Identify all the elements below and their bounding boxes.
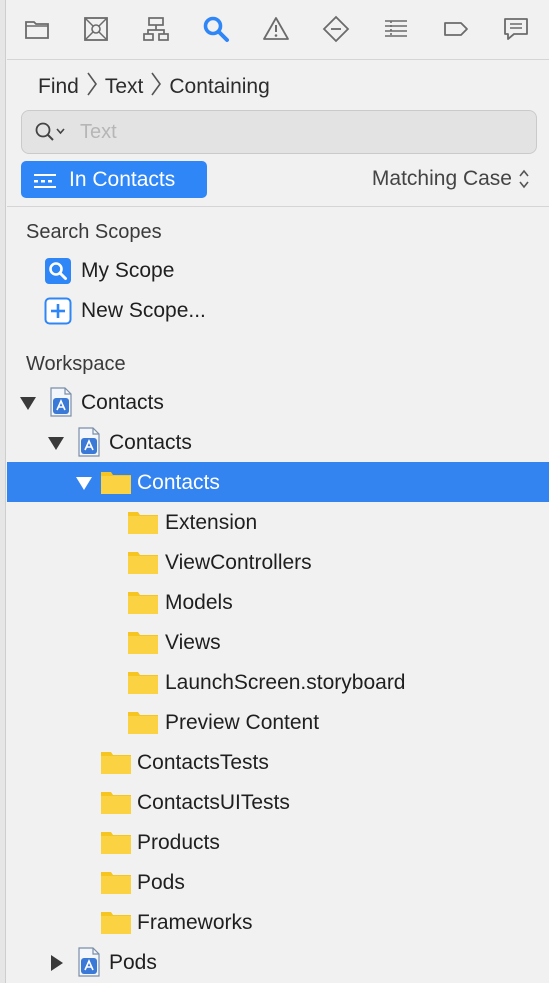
source-control-icon[interactable] [81,14,111,44]
hierarchy-icon[interactable] [141,14,171,44]
list-icon[interactable] [381,14,411,44]
tree-row-label: Extension [165,511,258,534]
folder-icon [127,706,159,738]
divider [7,206,549,207]
tree-row[interactable]: Pods [7,942,549,982]
report-icon[interactable] [501,14,531,44]
tree-row-label: Contacts [137,471,220,494]
search-field [21,110,537,154]
tree-row-label: ContactsTests [137,751,269,774]
tree-row[interactable]: Contacts [7,422,549,462]
tree-row[interactable]: Preview Content [7,702,549,742]
in-contacts-scope-button[interactable]: In Contacts [21,161,207,198]
tree-row[interactable]: ViewControllers [7,542,549,582]
disclosure-open-icon[interactable] [47,434,65,452]
workspace-heading: Workspace [26,353,126,375]
tree-row[interactable]: Pods [7,862,549,902]
xcode-project-icon [45,386,77,418]
tree-row-label: Contacts [109,431,192,454]
tree-row-label: Pods [109,951,157,974]
search-input[interactable] [80,120,500,144]
tree-row[interactable]: ContactsTests [7,742,549,782]
folder-icon [100,906,132,938]
folder-icon [127,666,159,698]
search-icon[interactable] [201,14,231,44]
disclosure-open-icon[interactable] [19,394,37,412]
folder-icon [100,786,132,818]
scope-item-new-scope[interactable]: New Scope... [44,296,206,326]
disclosure-open-icon[interactable] [75,474,93,492]
xcode-project-icon [73,946,105,978]
folder-icon [127,506,159,538]
tree-row[interactable]: Extension [7,502,549,542]
matching-case-label: Matching Case [371,167,512,190]
disclosure-closed-icon[interactable] [47,954,65,972]
folder-icon[interactable] [22,14,52,44]
plus-icon [44,297,72,325]
chevron-right-icon [150,71,162,103]
xcode-project-icon [73,426,105,458]
tree-row[interactable]: Frameworks [7,902,549,942]
search-options-icon[interactable] [34,121,68,143]
folder-icon [127,546,159,578]
tree-row[interactable]: Views [7,622,549,662]
scope-item-label: New Scope... [81,299,206,322]
folder-icon [127,626,159,658]
window-edge [0,0,6,983]
folder-icon [100,466,132,498]
folder-icon [100,746,132,778]
tree-row[interactable]: Products [7,822,549,862]
chevron-right-icon [86,71,98,103]
tree-row-label: Pods [137,871,185,894]
diamond-icon[interactable] [321,14,351,44]
tree-row-label: ViewControllers [165,551,312,574]
scope-item-label: My Scope [81,259,175,282]
tree-row-label: Frameworks [137,911,253,934]
warning-icon[interactable] [261,14,291,44]
folder-icon [127,586,159,618]
search-scopes-heading: Search Scopes [26,221,162,243]
tree-row-label: Views [165,631,221,654]
tree-row-label: LaunchScreen.storyboard [165,671,406,694]
tree-row-label: Contacts [81,391,164,414]
scope-item-my-scope[interactable]: My Scope [44,256,174,286]
tree-row-label: ContactsUITests [137,791,290,814]
tree-row[interactable]: LaunchScreen.storyboard [7,662,549,702]
tree-row-label: Products [137,831,220,854]
magnifier-scope-icon [44,257,72,285]
find-breadcrumb: Find Text Containing [38,72,270,102]
breadcrumb-text[interactable]: Text [105,75,144,99]
tree-row[interactable]: Contacts [7,382,549,422]
tree-row-label: Models [165,591,233,614]
tree-row-label: Preview Content [165,711,320,734]
navigator-toolbar [7,0,549,60]
scope-button-label: In Contacts [69,167,176,191]
tag-icon[interactable] [441,14,471,44]
folder-icon [100,826,132,858]
folder-icon [100,866,132,898]
tree-row[interactable]: Models [7,582,549,622]
matching-case-popup[interactable]: Matching Case [372,164,531,194]
tree-row[interactable]: ContactsUITests [7,782,549,822]
tree-row[interactable]: Contacts [7,462,549,502]
breadcrumb-find[interactable]: Find [38,75,79,99]
scope-bars-icon [33,171,57,189]
updown-chevron-icon [517,167,531,191]
breadcrumb-containing[interactable]: Containing [169,75,269,99]
